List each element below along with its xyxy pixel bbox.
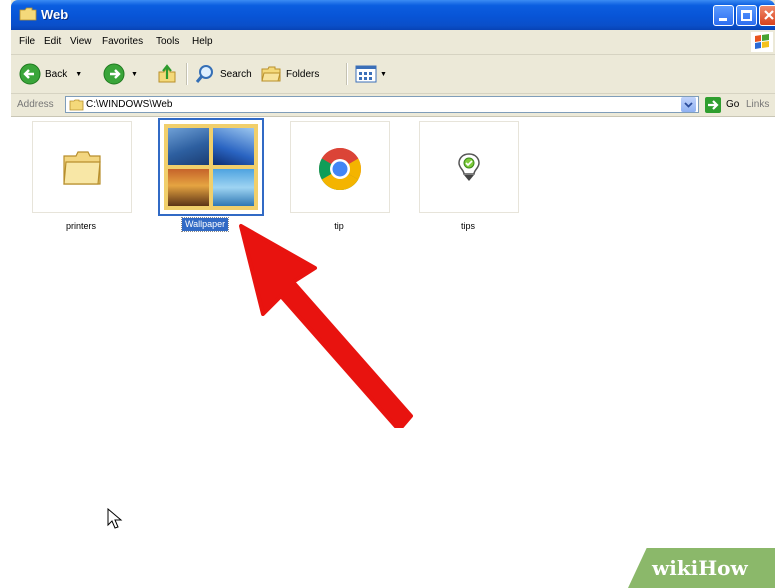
forward-button[interactable]: ▼ [103, 61, 138, 87]
file-thumbnail-tips[interactable] [419, 121, 519, 213]
up-folder-icon [158, 64, 176, 83]
folder-icon [69, 99, 84, 111]
menu-edit[interactable]: Edit [44, 36, 61, 47]
views-button[interactable]: ▼ [354, 61, 387, 87]
menu-bar: File Edit View Favorites Tools Help [11, 30, 775, 55]
menu-help[interactable]: Help [192, 36, 213, 47]
window-title: Web [41, 7, 69, 22]
links-label[interactable]: Links [746, 99, 769, 110]
address-label: Address [17, 99, 54, 110]
minimize-icon [719, 18, 727, 21]
forward-arrow-icon [103, 63, 125, 85]
address-bar: Address C:\WINDOWS\Web Go Links [11, 94, 775, 117]
folder-thumbnail-wallpaper[interactable] [158, 118, 264, 216]
folders-icon [261, 66, 281, 82]
toolbar-separator [346, 63, 348, 85]
search-label: Search [220, 68, 252, 80]
address-value: C:\WINDOWS\Web [86, 99, 173, 110]
menu-view[interactable]: View [70, 36, 92, 47]
wallpaper-preview-image [168, 128, 209, 165]
menu-tools[interactable]: Tools [156, 36, 179, 47]
views-dropdown-icon[interactable]: ▼ [380, 71, 387, 78]
back-button[interactable]: Back ▼ [19, 61, 82, 87]
close-icon [764, 10, 774, 20]
menu-file[interactable]: File [19, 36, 35, 47]
title-bar[interactable]: Web [11, 0, 775, 30]
explorer-window: Web File Edit View Favorites Tools Help [11, 0, 775, 584]
wallpaper-folder-icon [164, 124, 258, 210]
folders-label: Folders [286, 68, 320, 80]
red-arrow-annotation [239, 224, 413, 428]
back-dropdown-icon[interactable]: ▼ [75, 71, 82, 78]
back-label: Back [45, 68, 68, 80]
file-label[interactable]: tips [408, 221, 528, 231]
go-arrow-icon [708, 100, 719, 110]
chevron-down-icon [684, 102, 693, 108]
search-button[interactable]: Search [194, 61, 252, 87]
windows-logo-icon [751, 32, 773, 52]
wallpaper-preview-image [213, 128, 254, 165]
folder-icon [19, 7, 37, 21]
watermark-logo: wikiHow [652, 556, 748, 580]
folder-icon [63, 151, 101, 185]
back-arrow-icon [19, 63, 41, 85]
folder-thumbnail-printers[interactable] [32, 121, 132, 213]
menu-favorites[interactable]: Favorites [102, 36, 143, 47]
chrome-icon [319, 148, 361, 191]
up-folder-button[interactable] [156, 61, 178, 87]
address-dropdown-button[interactable] [681, 97, 696, 112]
tips-icon [458, 153, 480, 181]
go-label[interactable]: Go [726, 99, 739, 110]
folder-label[interactable]: printers [21, 221, 141, 231]
file-thumbnail-tip[interactable] [290, 121, 390, 213]
search-icon [195, 65, 213, 83]
folders-button[interactable]: Folders [260, 61, 319, 87]
maximize-button[interactable] [736, 5, 757, 26]
wallpaper-preview-image [213, 169, 254, 206]
toolbar: Back ▼ ▼ Search Folders ▼ [11, 55, 775, 94]
wallpaper-preview-image [168, 169, 209, 206]
folder-label-selected[interactable]: Wallpaper [180, 217, 230, 232]
views-icon [355, 65, 377, 83]
address-field[interactable]: C:\WINDOWS\Web [65, 96, 699, 113]
forward-dropdown-icon[interactable]: ▼ [131, 71, 138, 78]
mouse-pointer-icon [107, 508, 123, 529]
close-button[interactable] [759, 5, 775, 26]
toolbar-separator [186, 63, 188, 85]
minimize-button[interactable] [713, 5, 734, 26]
go-button[interactable] [705, 97, 721, 113]
